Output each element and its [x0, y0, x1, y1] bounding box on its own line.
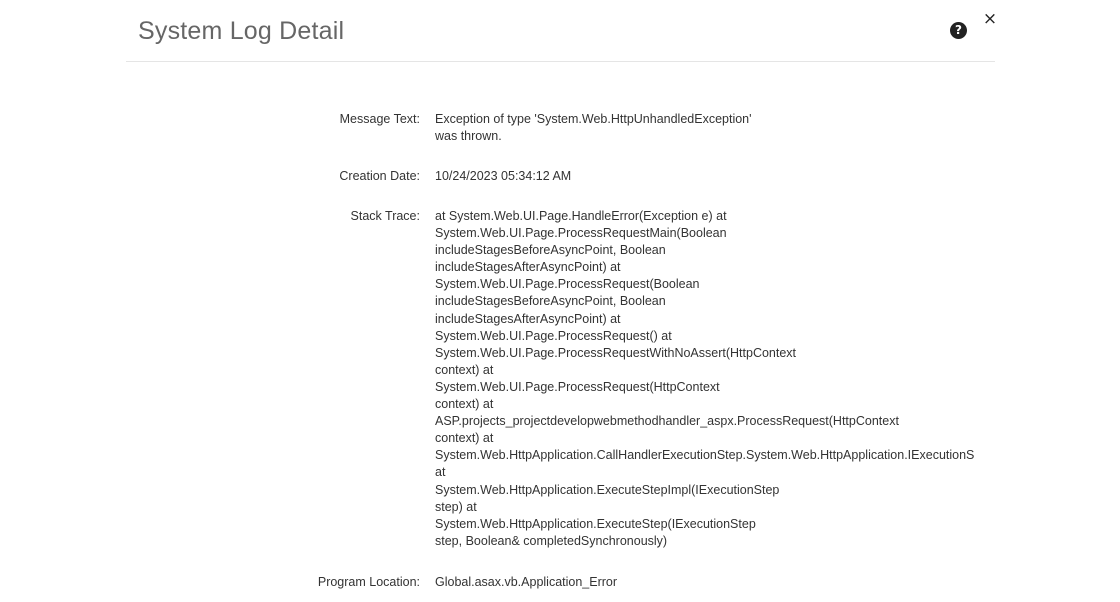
- stack-trace-line: System.Web.HttpApplication.CallHandlerEx…: [435, 448, 975, 463]
- message-text-line: Exception of type 'System.Web.HttpUnhand…: [435, 112, 752, 126]
- stack-trace-line: includeStagesAfterAsyncPoint) at: [435, 311, 621, 326]
- creation-date-value: 10/24/2023 05:34:12 AM: [435, 168, 995, 185]
- program-location-value: Global.asax.vb.Application_Error: [435, 574, 995, 591]
- stack-trace-value: at System.Web.UI.Page.HandleError(Except…: [435, 208, 995, 550]
- creation-date-text: 10/24/2023 05:34:12 AM: [435, 169, 572, 183]
- stack-trace-line: step, Boolean& completedSynchronously): [435, 533, 668, 548]
- stack-trace-label: Stack Trace:: [350, 209, 420, 223]
- stack-trace-line: System.Web.UI.Page.ProcessRequestMain(Bo…: [435, 226, 727, 241]
- stack-trace-line: at: [435, 465, 446, 480]
- stack-trace-line: context) at: [435, 431, 494, 446]
- creation-date-label: Creation Date:: [339, 169, 420, 183]
- stack-trace-line: System.Web.UI.Page.ProcessRequest() at: [435, 328, 672, 343]
- stack-trace-line: includeStagesAfterAsyncPoint) at: [435, 260, 621, 275]
- stack-trace-line: System.Web.UI.Page.ProcessRequestWithNoA…: [435, 345, 797, 360]
- stack-trace-line: at System.Web.UI.Page.HandleError(Except…: [435, 209, 727, 223]
- program-location-text: Global.asax.vb.Application_Error: [435, 575, 618, 589]
- stack-trace-line: ASP.projects_projectdevelopwebmethodhand…: [435, 414, 899, 429]
- stack-trace-line: includeStagesBeforeAsyncPoint, Boolean: [435, 294, 666, 309]
- stack-trace-line: System.Web.HttpApplication.ExecuteStep(I…: [435, 516, 756, 531]
- message-text-label: Message Text:: [339, 112, 420, 126]
- message-text-line: was thrown.: [435, 129, 502, 144]
- stack-trace-line: System.Web.UI.Page.ProcessRequest(Boolea…: [435, 277, 700, 292]
- stack-trace-line: context) at: [435, 397, 494, 412]
- stack-trace-line: step) at: [435, 499, 477, 514]
- stack-trace-line: System.Web.UI.Page.ProcessRequest(HttpCo…: [435, 379, 720, 394]
- program-location-label: Program Location:: [317, 575, 420, 589]
- stack-trace-line: context) at: [435, 362, 494, 377]
- stack-trace-line: includeStagesBeforeAsyncPoint, Boolean: [435, 243, 666, 258]
- stack-trace-line: System.Web.HttpApplication.ExecuteStepIm…: [435, 482, 780, 497]
- message-text-value: Exception of type 'System.Web.HttpUnhand…: [435, 111, 995, 145]
- log-detail-body: Message Text: Exception of type 'System.…: [0, 0, 1120, 602]
